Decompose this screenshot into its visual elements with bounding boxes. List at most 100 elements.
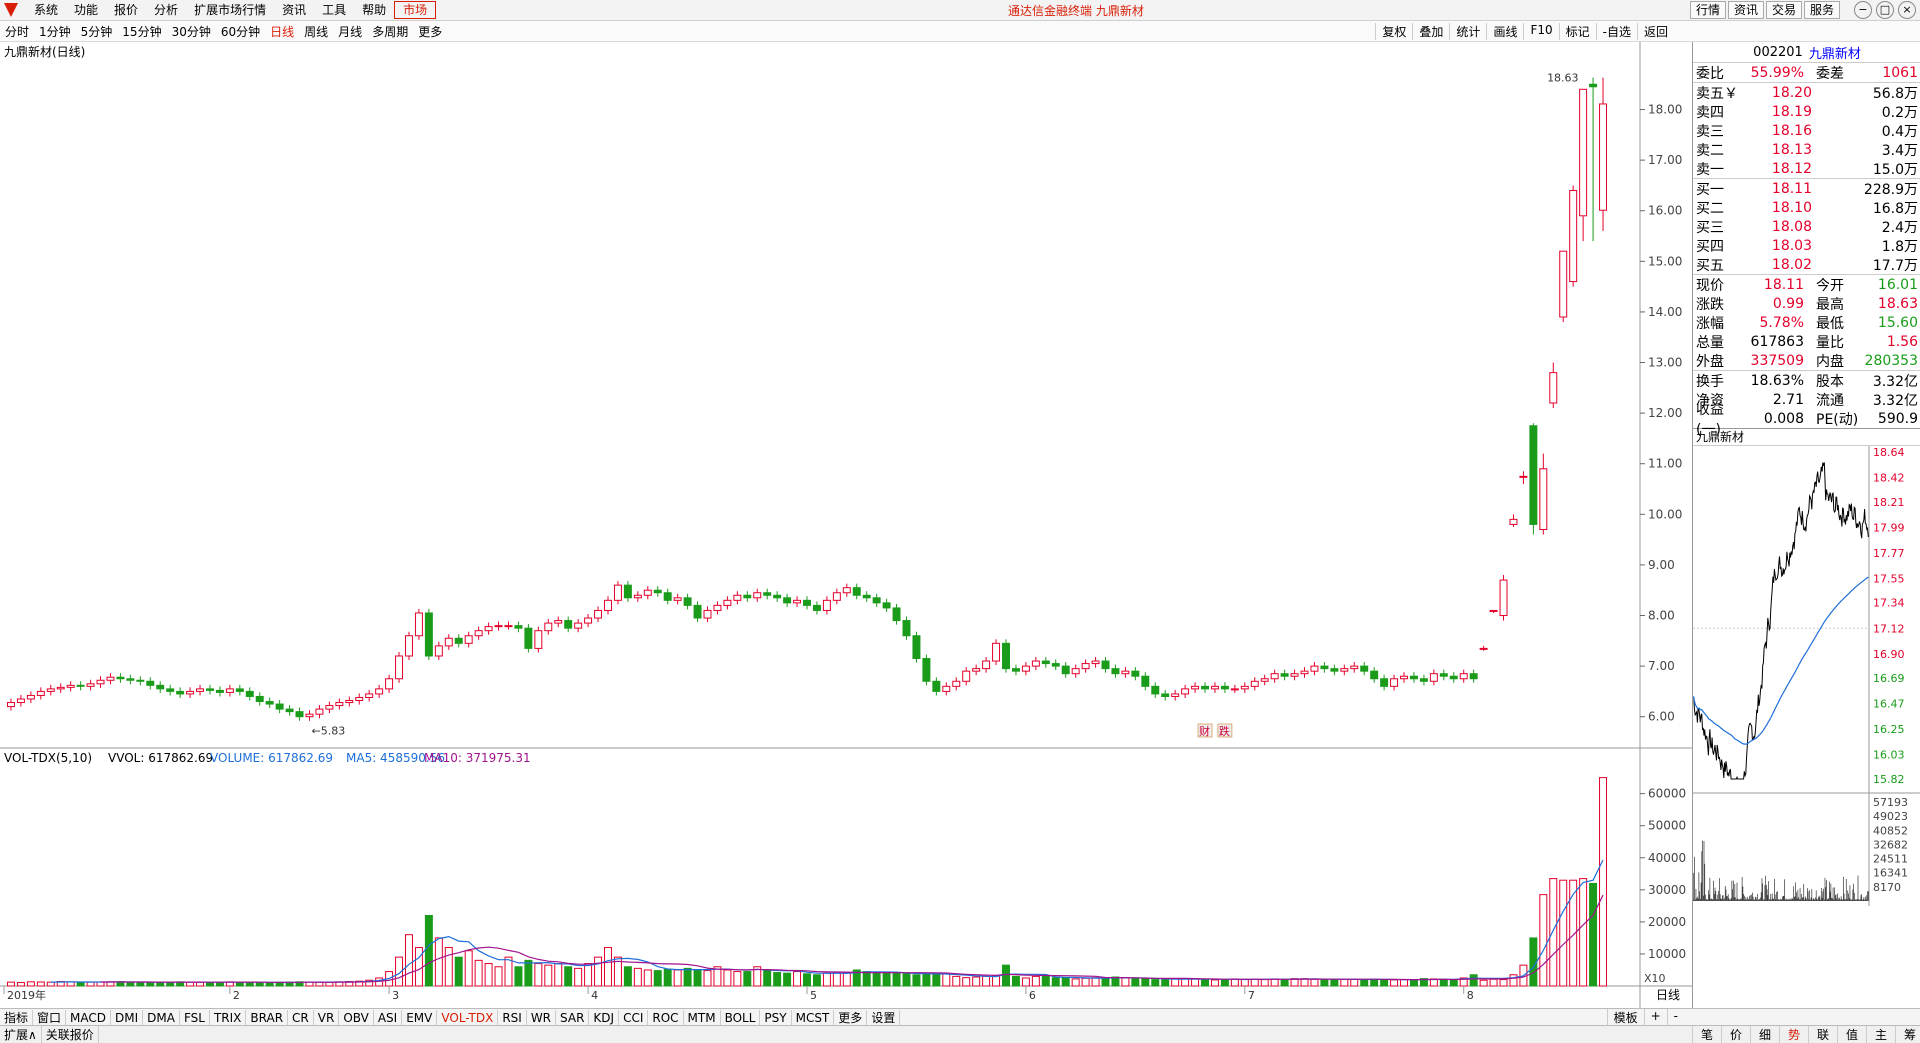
- event-tag[interactable]: 财: [1197, 723, 1213, 738]
- indicator-20[interactable]: MTM: [684, 1009, 721, 1026]
- app-logo-icon[interactable]: [4, 3, 18, 17]
- indicator-13[interactable]: VOL-TDX: [437, 1009, 499, 1026]
- indicator-25[interactable]: 设置: [867, 1009, 901, 1026]
- chart-tool-3[interactable]: 画线: [1486, 22, 1523, 40]
- bid-row[interactable]: 买二 18.10 16.8万: [1693, 198, 1920, 217]
- ask-row[interactable]: 卖四 18.19 0.2万: [1693, 102, 1920, 121]
- template-control-1[interactable]: +: [1643, 1009, 1667, 1026]
- indicator-14[interactable]: RSI: [498, 1009, 527, 1026]
- sidebar-tab-1[interactable]: 价: [1721, 1026, 1750, 1043]
- bid-row[interactable]: 买三 18.08 2.4万: [1693, 217, 1920, 236]
- sidebar-tab-5[interactable]: 值: [1837, 1026, 1866, 1043]
- indicator-18[interactable]: CCI: [619, 1009, 649, 1026]
- ask-row[interactable]: 卖一 18.12 15.0万: [1693, 159, 1920, 178]
- period-7[interactable]: 周线: [299, 23, 333, 40]
- indicator-6[interactable]: TRIX: [210, 1009, 247, 1026]
- indicator-23[interactable]: MCST: [792, 1009, 835, 1026]
- chart-tool-0[interactable]: 复权: [1375, 22, 1412, 40]
- volume-bar: [1091, 977, 1100, 987]
- indicator-2[interactable]: MACD: [66, 1009, 112, 1026]
- menu-item-2[interactable]: 报价: [106, 1, 146, 19]
- period-4[interactable]: 30分钟: [167, 23, 216, 40]
- indicator-1[interactable]: 窗口: [33, 1009, 67, 1026]
- period-1[interactable]: 1分钟: [34, 23, 76, 40]
- intraday-mini-chart[interactable]: 18.64 18.42 18.21 17.99 17.77 17.55 17.34 17.12…: [1692, 446, 1920, 906]
- chart-tool-4[interactable]: F10: [1523, 22, 1558, 40]
- kline-chart[interactable]: 6.00 7.00 8.00 9.00 10.00 11.00 12.00 13.00 14.0…: [0, 42, 1692, 1008]
- indicator-8[interactable]: CR: [288, 1009, 314, 1026]
- status-item-0[interactable]: 扩展∧: [0, 1026, 42, 1043]
- period-6[interactable]: 日线: [265, 23, 299, 40]
- indicator-19[interactable]: ROC: [648, 1009, 684, 1026]
- top-button-3[interactable]: 服务: [1803, 1, 1840, 19]
- menu-item-5[interactable]: 资讯: [274, 1, 314, 19]
- indicator-17[interactable]: KDJ: [589, 1009, 620, 1026]
- candle-body: [972, 668, 981, 672]
- bid-row[interactable]: 买一 18.11 228.9万: [1693, 179, 1920, 198]
- period-0[interactable]: 分时: [0, 23, 34, 40]
- volume-bar: [1101, 977, 1110, 987]
- menu-item-3[interactable]: 分析: [146, 1, 186, 19]
- stock-code: 002201: [1753, 44, 1803, 60]
- menu-item-7[interactable]: 帮助: [354, 1, 394, 19]
- volume-bar: [1409, 979, 1418, 987]
- indicator-12[interactable]: EMV: [402, 1009, 438, 1026]
- indicator-24[interactable]: 更多: [834, 1009, 868, 1026]
- mini-price-label: 17.99: [1873, 521, 1905, 534]
- menu-item-4[interactable]: 扩展市场行情: [186, 1, 274, 19]
- chart-tool-6[interactable]: -自选: [1595, 22, 1637, 40]
- indicator-7[interactable]: BRAR: [246, 1009, 289, 1026]
- minimize-icon[interactable]: −: [1854, 1, 1872, 19]
- indicator-22[interactable]: PSY: [760, 1009, 792, 1026]
- top-button-2[interactable]: 交易: [1765, 1, 1802, 19]
- sidebar-tab-0[interactable]: 笔: [1692, 1026, 1721, 1043]
- indicator-15[interactable]: WR: [527, 1009, 557, 1026]
- indicator-3[interactable]: DMI: [111, 1009, 144, 1026]
- price-tick-label: 7.00: [1648, 659, 1675, 673]
- indicator-0[interactable]: 指标: [0, 1009, 34, 1026]
- chart-tool-7[interactable]: 返回: [1636, 22, 1674, 40]
- period-3[interactable]: 15分钟: [117, 23, 166, 40]
- chart-tool-5[interactable]: 标记: [1558, 22, 1596, 40]
- period-5[interactable]: 60分钟: [216, 23, 265, 40]
- bid-row[interactable]: 买四 18.03 1.8万: [1693, 236, 1920, 255]
- menu-item-8[interactable]: 市场: [394, 1, 437, 19]
- menu-item-1[interactable]: 功能: [66, 1, 106, 19]
- sidebar-tab-4[interactable]: 联: [1808, 1026, 1837, 1043]
- sidebar-tab-2[interactable]: 细: [1750, 1026, 1779, 1043]
- volume-bar: [1210, 979, 1219, 987]
- chart-tool-2[interactable]: 统计: [1449, 22, 1486, 40]
- event-tag[interactable]: 跌: [1217, 723, 1233, 738]
- indicator-10[interactable]: OBV: [339, 1009, 374, 1026]
- sidebar-tab-6[interactable]: 主: [1866, 1026, 1895, 1043]
- chart-tool-1[interactable]: 叠加: [1412, 22, 1449, 40]
- candle: [424, 608, 433, 661]
- indicator-4[interactable]: DMA: [143, 1009, 180, 1026]
- indicator-9[interactable]: VR: [314, 1009, 340, 1026]
- stock-name[interactable]: 九鼎新材: [1809, 43, 1861, 62]
- indicator-5[interactable]: FSL: [180, 1009, 210, 1026]
- ask-row[interactable]: 卖五￥ 18.20 56.8万: [1693, 83, 1920, 102]
- ask-row[interactable]: 卖三 18.16 0.4万: [1693, 121, 1920, 140]
- bid-row[interactable]: 买五 18.02 17.7万: [1693, 255, 1920, 274]
- period-10[interactable]: 更多: [413, 23, 447, 40]
- indicator-16[interactable]: SAR: [556, 1009, 590, 1026]
- menu-item-6[interactable]: 工具: [314, 1, 354, 19]
- restore-icon[interactable]: □: [1876, 1, 1894, 19]
- period-2[interactable]: 5分钟: [76, 23, 118, 40]
- top-button-0[interactable]: 行情: [1689, 1, 1726, 19]
- close-icon[interactable]: ×: [1898, 1, 1916, 19]
- template-control-0[interactable]: 模板: [1606, 1009, 1644, 1026]
- period-8[interactable]: 月线: [333, 23, 367, 40]
- ask-row[interactable]: 卖二 18.13 3.4万: [1693, 140, 1920, 159]
- top-button-1[interactable]: 资讯: [1727, 1, 1764, 19]
- indicator-11[interactable]: ASI: [374, 1009, 403, 1026]
- sidebar-tab-3[interactable]: 势: [1779, 1026, 1808, 1043]
- status-item-1[interactable]: 关联报价: [42, 1026, 99, 1043]
- template-control-2[interactable]: -: [1666, 1009, 1684, 1026]
- indicator-21[interactable]: BOLL: [721, 1009, 761, 1026]
- period-9[interactable]: 多周期: [367, 23, 413, 40]
- sidebar-tab-7[interactable]: 筹: [1895, 1026, 1920, 1043]
- menu-item-0[interactable]: 系统: [26, 1, 66, 19]
- candle-body: [405, 635, 413, 657]
